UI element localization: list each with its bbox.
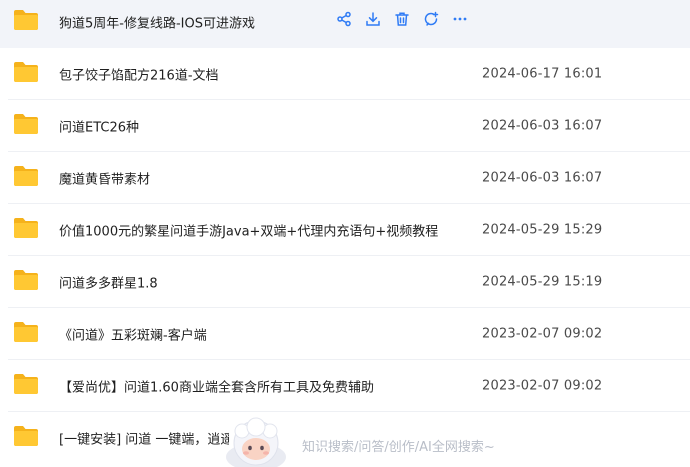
folder-icon xyxy=(14,426,38,446)
file-name[interactable]: [一键安装] 问道 一键端，逍遥 xyxy=(59,429,229,448)
assistant-avatar-icon[interactable] xyxy=(222,417,286,467)
file-date: 2024-05-29 15:29 xyxy=(482,222,603,238)
file-name[interactable]: 狗道5周年-修复线路-IOS可进游戏 xyxy=(59,13,255,32)
file-row[interactable]: 问道多多群星1.8 2024-05-29 15:19 xyxy=(0,256,690,308)
file-row[interactable]: 《问道》五彩斑斓-客户端 2023-02-07 09:02 xyxy=(0,308,690,360)
folder-icon xyxy=(14,10,38,30)
share-icon[interactable] xyxy=(334,9,354,29)
folder-icon xyxy=(14,322,38,342)
file-row[interactable]: 【爱尚优】问道1.60商业端全套含所有工具及免费辅助 2023-02-07 09… xyxy=(0,360,690,412)
file-name[interactable]: 问道多多群星1.8 xyxy=(59,273,158,292)
file-row[interactable]: 问道ETC26种 2024-06-03 16:07 xyxy=(0,100,690,152)
file-name[interactable]: 价值1000元的繁星问道手游Java+双端+代理内充语句+视频教程 xyxy=(59,221,438,240)
file-name[interactable]: 问道ETC26种 xyxy=(59,117,139,136)
download-icon[interactable] xyxy=(363,9,383,29)
file-row[interactable]: 魔道黄昏带素材 2024-06-03 16:07 xyxy=(0,152,690,204)
file-row[interactable]: 价值1000元的繁星问道手游Java+双端+代理内充语句+视频教程 2024-0… xyxy=(0,204,690,256)
folder-icon xyxy=(14,270,38,290)
folder-icon xyxy=(14,166,38,186)
file-date: 2023-02-07 09:02 xyxy=(482,326,603,342)
file-date: 2023-02-07 09:02 xyxy=(482,378,603,394)
file-row[interactable]: 包子饺子馅配方216道-文档 2024-06-17 16:01 xyxy=(0,48,690,100)
folder-icon xyxy=(14,218,38,238)
file-date: 2024-06-03 16:07 xyxy=(482,118,603,134)
file-name[interactable]: 包子饺子馅配方216道-文档 xyxy=(59,65,219,84)
comment-icon[interactable] xyxy=(421,9,441,29)
file-date: 2024-06-03 16:07 xyxy=(482,170,603,186)
assistant-prompt-text[interactable]: 知识搜索/问答/创作/AI全网搜索~ xyxy=(302,436,495,455)
folder-icon xyxy=(14,62,38,82)
file-name[interactable]: 《问道》五彩斑斓-客户端 xyxy=(59,325,207,344)
row-actions xyxy=(334,9,479,29)
file-name[interactable]: 魔道黄昏带素材 xyxy=(59,169,150,188)
delete-icon[interactable] xyxy=(392,9,412,29)
folder-icon xyxy=(14,114,38,134)
folder-icon xyxy=(14,374,38,394)
file-name[interactable]: 【爱尚优】问道1.60商业端全套含所有工具及免费辅助 xyxy=(59,377,374,396)
file-date: 2024-06-17 16:01 xyxy=(482,66,603,82)
file-date: 2024-05-29 15:19 xyxy=(482,274,603,290)
more-icon[interactable] xyxy=(450,9,470,29)
ai-assistant-floater[interactable]: 知识搜索/问答/创作/AI全网搜索~ xyxy=(222,417,522,467)
file-row[interactable]: 狗道5周年-修复线路-IOS可进游戏 xyxy=(0,0,690,48)
